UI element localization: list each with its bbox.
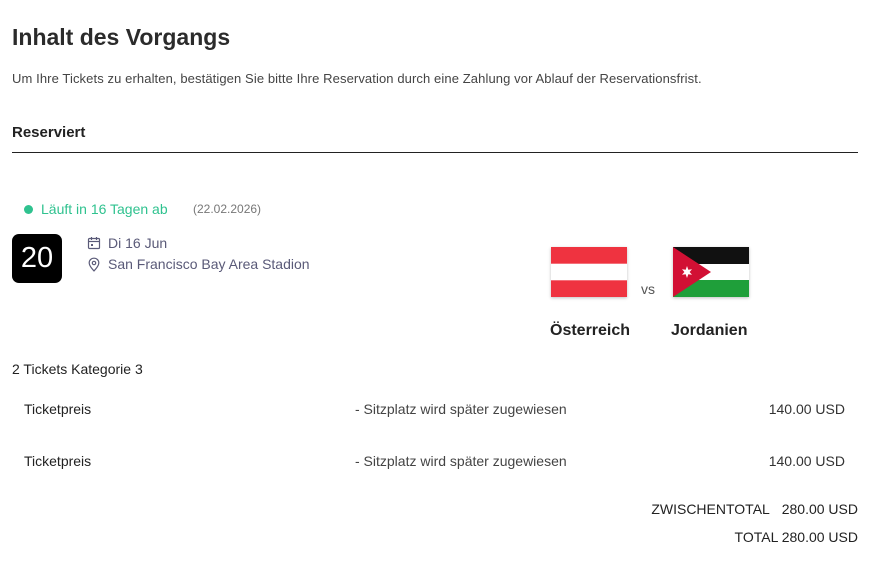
day-badge: 20 — [12, 234, 62, 283]
match-date-row: Di 16 Jun — [87, 235, 167, 251]
calendar-icon — [87, 237, 101, 250]
intro-text: Um Ihre Tickets zu erhalten, bestätigen … — [12, 71, 702, 86]
austria-flag — [551, 247, 627, 297]
subtotal-value: 280.00 USD — [781, 501, 858, 517]
expiry-status-text: Läuft in 16 Tagen ab — [41, 201, 168, 217]
section-reserved-heading: Reserviert — [12, 124, 86, 141]
ticket-row-label: Ticketpreis — [24, 401, 92, 417]
section-divider — [12, 152, 858, 153]
subtotal-label: ZWISCHENTOTAL — [651, 501, 770, 517]
team-name-home: Österreich — [550, 322, 631, 339]
total-row: TOTAL 280.00 USD — [734, 529, 858, 545]
versus-label: vs — [641, 281, 655, 297]
venue-name: San Francisco Bay Area Stadion — [108, 256, 310, 272]
ticket-row-label: Ticketpreis — [24, 453, 92, 469]
status-dot-icon — [24, 204, 33, 214]
expiry-date: (22.02.2026) — [193, 202, 262, 216]
match-date: Di 16 Jun — [108, 235, 168, 251]
page-title: Inhalt des Vorgangs — [12, 24, 231, 50]
expiry-status: Läuft in 16 Tagen ab — [24, 201, 168, 217]
tickets-heading: 2 Tickets Kategorie 3 — [12, 361, 143, 377]
subtotal-row: ZWISCHENTOTAL 280.00 USD — [651, 501, 858, 517]
ticket-row-price: 140.00 USD — [768, 401, 845, 417]
team-name-away: Jordanien — [671, 322, 748, 339]
ticket-row-price: 140.00 USD — [768, 453, 845, 469]
ticket-row-seat-note: - Sitzplatz wird später zugewiesen — [355, 453, 567, 469]
day-number: 20 — [20, 242, 54, 274]
jordan-flag — [673, 247, 749, 297]
ticket-row-seat-note: - Sitzplatz wird später zugewiesen — [355, 401, 567, 417]
venue-row: San Francisco Bay Area Stadion — [87, 256, 310, 272]
location-pin-icon — [88, 257, 100, 272]
